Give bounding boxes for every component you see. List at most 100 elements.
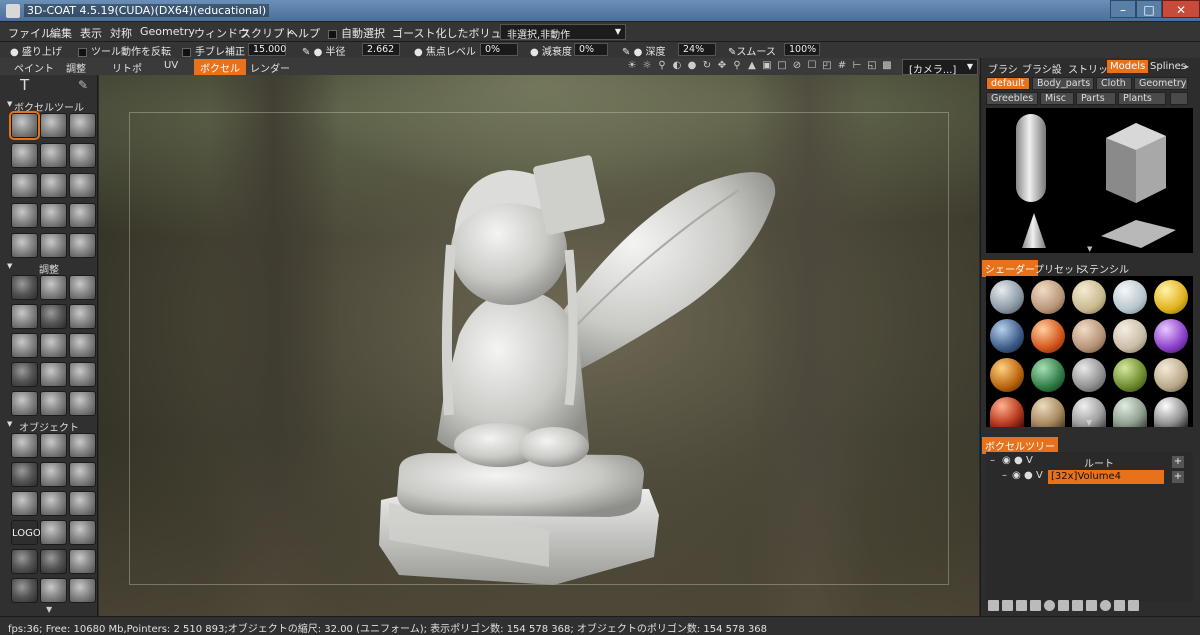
- scroll-down-icon[interactable]: ▼: [1086, 418, 1092, 427]
- model-cube[interactable]: [1106, 123, 1166, 203]
- delete-icon[interactable]: [1002, 600, 1013, 611]
- tree-row-volume[interactable]: – ◉ ● V [32x]Volume4: [1002, 470, 1190, 484]
- shader-sphere[interactable]: [1031, 280, 1065, 314]
- menu-edit[interactable]: 編集: [50, 25, 72, 41]
- tab-voxel[interactable]: ボクセル: [194, 59, 246, 76]
- add-layer-button[interactable]: +: [1172, 456, 1184, 468]
- ortho-icon[interactable]: □: [776, 59, 788, 72]
- tool-adjust-10[interactable]: [11, 362, 38, 387]
- tool-adjust-7[interactable]: [11, 333, 38, 358]
- tool-object-6[interactable]: [69, 462, 96, 487]
- shader-sphere[interactable]: [1031, 319, 1065, 353]
- shader-sphere[interactable]: [1072, 280, 1106, 314]
- tool-voxel-8[interactable]: [40, 173, 67, 198]
- category-default[interactable]: default: [986, 77, 1030, 90]
- eye-icon[interactable]: ◉: [1002, 455, 1011, 466]
- smooth-value-field[interactable]: 15.000: [248, 43, 286, 56]
- drop-icon[interactable]: ●: [686, 59, 698, 72]
- tool-adjust-6[interactable]: [69, 304, 96, 329]
- tool-voxel-2[interactable]: [40, 113, 67, 138]
- shader-sphere[interactable]: [990, 280, 1024, 314]
- text-tool-icon[interactable]: T: [20, 76, 29, 94]
- tool-voxel-12[interactable]: [69, 203, 96, 228]
- tab-brush-settings[interactable]: ブラシ設: [1019, 60, 1065, 77]
- pen-tool-icon[interactable]: ✎: [78, 78, 88, 92]
- lock-icon[interactable]: [1114, 600, 1125, 611]
- tool-object-12[interactable]: [69, 520, 96, 545]
- tool-object-7[interactable]: [11, 491, 38, 516]
- tool-object-9[interactable]: [69, 491, 96, 516]
- tool-adjust-5[interactable]: [40, 304, 67, 329]
- shader-sphere[interactable]: [1031, 358, 1065, 392]
- shader-sphere[interactable]: [990, 397, 1024, 427]
- tool-voxel-11[interactable]: [40, 203, 67, 228]
- camera-dropdown[interactable]: [カメラ...] ▼: [902, 59, 978, 76]
- tool-object-5[interactable]: [40, 462, 67, 487]
- model-capsule[interactable]: [1016, 114, 1046, 202]
- rotate-icon[interactable]: ↻: [701, 59, 713, 72]
- tree-row-root[interactable]: – ◉ ● V ルート: [990, 455, 1190, 470]
- focal-value-field[interactable]: 0%: [480, 43, 518, 56]
- tool-voxel-5[interactable]: [40, 143, 67, 168]
- invert-checkbox[interactable]: [78, 47, 87, 57]
- no-icon[interactable]: ⊘: [791, 59, 803, 72]
- shader-sphere[interactable]: [1154, 397, 1188, 427]
- radius-value-field[interactable]: 2.662: [362, 43, 400, 56]
- shader-sphere[interactable]: [990, 358, 1024, 392]
- tab-splines[interactable]: Splines: [1147, 60, 1189, 73]
- shader-sphere[interactable]: [1113, 280, 1147, 314]
- tool-adjust-12[interactable]: [69, 362, 96, 387]
- tab-uv[interactable]: UV: [158, 59, 184, 72]
- voxel-mode-toggle[interactable]: V: [1026, 455, 1033, 466]
- sphere-icon[interactable]: ●: [1024, 470, 1033, 481]
- layers-icon[interactable]: [988, 600, 999, 611]
- shader-sphere[interactable]: [1113, 397, 1147, 427]
- screen-icon[interactable]: ▩: [881, 59, 893, 72]
- raise-option[interactable]: ● 盛り上げ: [10, 43, 62, 58]
- shader-sphere[interactable]: [1113, 319, 1147, 353]
- folder-icon[interactable]: [1058, 600, 1069, 611]
- tool-adjust-14[interactable]: [40, 391, 67, 416]
- ghost-volume-dropdown[interactable]: 非選択,非動作 ▼: [500, 24, 626, 41]
- tool-adjust-4[interactable]: [11, 304, 38, 329]
- persp-icon[interactable]: ▲: [746, 59, 758, 72]
- add-layer-button[interactable]: +: [1172, 471, 1184, 483]
- tool-adjust-11[interactable]: [40, 362, 67, 387]
- tool-object-18[interactable]: [69, 578, 96, 603]
- tool-adjust-8[interactable]: [40, 333, 67, 358]
- tool-voxel-3[interactable]: [69, 113, 96, 138]
- expand-icon[interactable]: ◱: [866, 59, 878, 72]
- shader-sphere[interactable]: [1072, 319, 1106, 353]
- swap-icon[interactable]: [1072, 600, 1083, 611]
- tool-object-14[interactable]: [40, 549, 67, 574]
- tool-voxel-9[interactable]: [69, 173, 96, 198]
- model-cone[interactable]: [1022, 213, 1046, 248]
- menu-file[interactable]: ファイル: [8, 25, 52, 41]
- gear-icon[interactable]: [1128, 600, 1139, 611]
- light-icon[interactable]: ☼: [641, 59, 653, 72]
- grid-icon[interactable]: #: [836, 59, 848, 72]
- smooth-option[interactable]: 手ブレ補正: [182, 43, 245, 58]
- tab-shaders[interactable]: シェーダー: [982, 260, 1038, 277]
- sphere-icon[interactable]: ●: [1014, 455, 1023, 466]
- tool-voxel-14[interactable]: [40, 233, 67, 258]
- auto-select-toggle[interactable]: 自動選択: [328, 25, 385, 41]
- collapse-icon[interactable]: –: [1002, 470, 1007, 481]
- tool-adjust-1[interactable]: [11, 275, 38, 300]
- category-cloth[interactable]: Cloth: [1096, 77, 1132, 90]
- category-misc[interactable]: Misc: [1040, 92, 1074, 105]
- tool-adjust-13[interactable]: [11, 391, 38, 416]
- category-plants[interactable]: Plants: [1118, 92, 1166, 105]
- tab-retopo[interactable]: リトポ: [106, 59, 148, 76]
- collapse-icon[interactable]: –: [990, 455, 995, 466]
- voxel-tools-header[interactable]: ▼ ボクセルツール: [0, 99, 98, 114]
- minimize-button[interactable]: –: [1110, 0, 1136, 18]
- shader-sphere[interactable]: [990, 319, 1024, 353]
- bulb-icon[interactable]: ⚲: [656, 59, 668, 72]
- tool-object-13[interactable]: [11, 549, 38, 574]
- merge-icon[interactable]: [1086, 600, 1097, 611]
- tool-object-3[interactable]: [69, 433, 96, 458]
- clone-icon[interactable]: [1030, 600, 1041, 611]
- tool-object-15[interactable]: [69, 549, 96, 574]
- tool-adjust-2[interactable]: [40, 275, 67, 300]
